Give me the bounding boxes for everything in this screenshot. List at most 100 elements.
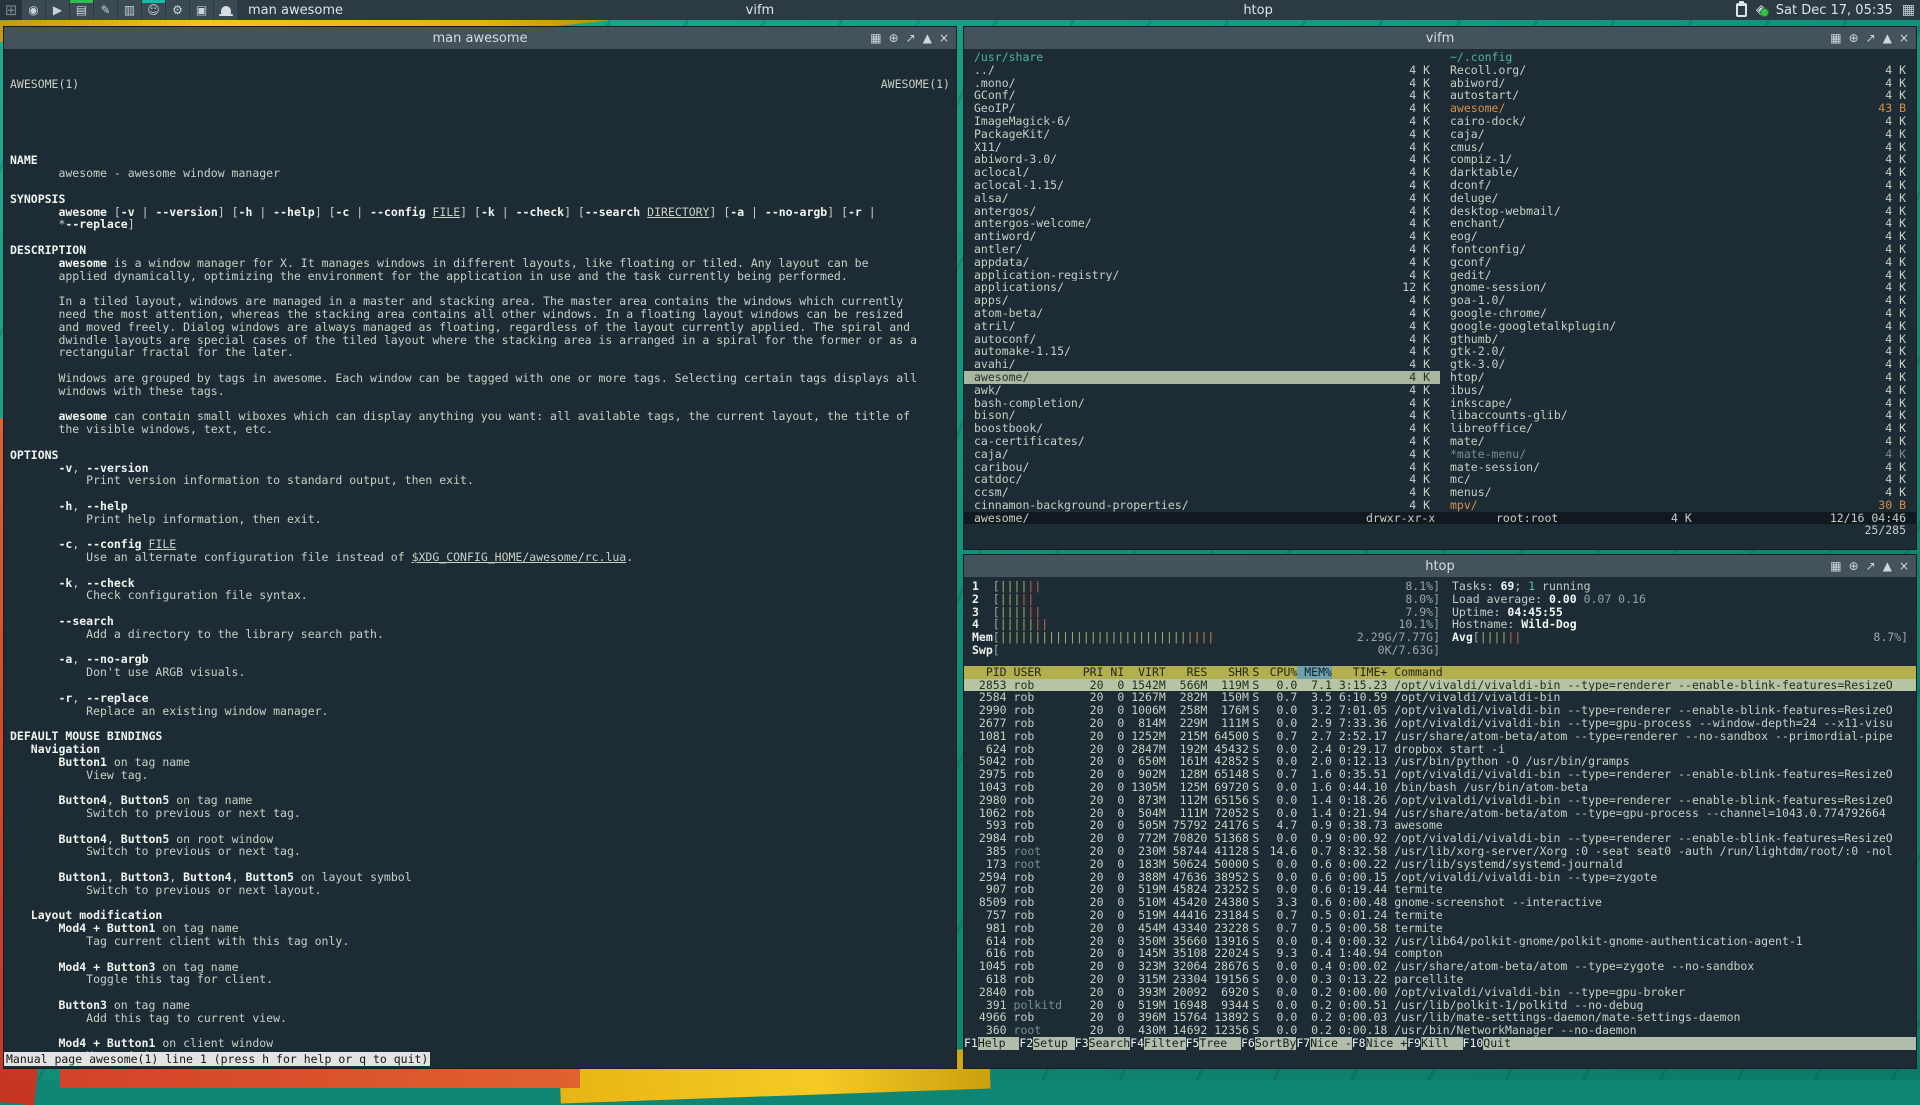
column-header-command[interactable]: Command [1394, 666, 1916, 679]
file-entry[interactable]: htop/4 K [1440, 371, 1916, 384]
process-row[interactable]: 2840 rob 20 0 393M 20092 6920 S 0.0 0.2 0:00.00/op… [964, 986, 1916, 999]
file-entry[interactable]: cairo-dock/4 K [1440, 115, 1916, 128]
file-entry[interactable]: gconf/4 K [1440, 255, 1916, 269]
file-entry[interactable]: atom-beta/4 K [964, 307, 1440, 320]
task-htop[interactable]: htop [1233, 0, 1731, 20]
file-entry[interactable]: desktop-webmail/4 K [1440, 204, 1916, 218]
file-entry[interactable]: antergos/4 K [964, 204, 1440, 218]
file-entry[interactable]: cinnamon-background-properties/4 K [964, 499, 1440, 512]
process-row[interactable]: 2980 rob 20 0 873M 112M 65156 S 0.0 1.4 0:18.26/op… [964, 794, 1916, 807]
file-entry[interactable]: google-chrome/4 K [1440, 307, 1916, 320]
column-header-mem[interactable]: MEM% [1297, 665, 1332, 679]
task-vifm[interactable]: vifm [736, 0, 1234, 20]
file-entry[interactable]: automake-1.15/4 K [964, 345, 1440, 358]
fkey-help[interactable]: F1 Help [964, 1037, 1019, 1050]
fkey-quit[interactable]: F10 Quit [1462, 1037, 1525, 1050]
file-entry[interactable]: ImageMagick-6/4 K [964, 115, 1440, 128]
file-entry[interactable]: Recoll.org/4 K [1440, 63, 1916, 77]
file-entry[interactable]: mpv/30 B [1440, 499, 1916, 512]
file-entry[interactable]: GConf/4 K [964, 89, 1440, 102]
process-row[interactable]: 5042 rob 20 0 650M 161M 42852 S 0.0 2.0 0:12.13/us… [964, 755, 1916, 768]
process-row[interactable]: 360 root 20 0 430M 14692 12356 S 0.0 0.2 0:00.18/u… [964, 1024, 1916, 1037]
clipboard-tray-icon[interactable] [1735, 1, 1747, 17]
file-entry[interactable]: aclocal/4 K [964, 166, 1440, 179]
ontop-icon[interactable]: ▲ [923, 27, 932, 49]
fkey-search[interactable]: F3 Search [1074, 1037, 1130, 1050]
file-entry[interactable]: ibus/4 K [1440, 383, 1916, 397]
column-header-shr[interactable]: SHR [1207, 666, 1249, 679]
task-man-awesome[interactable]: man awesome [238, 0, 736, 20]
file-entry[interactable]: gnome-session/4 K [1440, 281, 1916, 294]
file-entry[interactable]: caja/4 K [964, 447, 1440, 461]
notification-bell-launcher[interactable] [214, 0, 237, 20]
file-entry[interactable]: bash-completion/4 K [964, 396, 1440, 410]
file-entry[interactable]: ../ 4 K [964, 63, 1440, 77]
process-row[interactable]: 616 rob 20 0 145M 35108 22024 S 9.3 0.4 1:40.94 com… [964, 947, 1916, 960]
documents-launcher[interactable]: ▥ [118, 0, 141, 20]
floating-icon[interactable]: ⊕ [1849, 555, 1859, 577]
process-row[interactable]: 385 root 20 0 230M 58744 41128 S 14.6 0.7 8:32.58 /… [964, 845, 1916, 858]
process-row[interactable]: 8509 rob 20 0 510M 45420 24380 S 3.3 0.6 0:00.48 gn… [964, 896, 1916, 909]
file-entry[interactable]: deluge/4 K [1440, 191, 1916, 205]
process-row[interactable]: 4966 rob 20 0 396M 15764 13892 S 0.0 0.2 0:00.03/u… [964, 1011, 1916, 1024]
floating-icon[interactable]: ⊕ [889, 27, 899, 49]
file-entry[interactable]: caribou/4 K [964, 460, 1440, 474]
file-entry[interactable]: mate-session/4 K [1440, 460, 1916, 474]
process-row[interactable]: 1062 rob 20 0 504M 111M 72052 S 0.0 1.4 0:21.94/us… [964, 807, 1916, 820]
sticky-icon[interactable]: ↗ [1866, 27, 1876, 49]
column-header-time[interactable]: TIME+ [1332, 666, 1388, 679]
column-header-user[interactable]: USER [1014, 666, 1076, 679]
process-row[interactable]: 757 rob 20 0 519M 44416 23184 S 0.7 0.5 0:01.24 ter… [964, 909, 1916, 922]
column-header-pri[interactable]: PRI [1076, 666, 1104, 679]
fkey-nice[interactable]: F8 Nice + [1351, 1037, 1407, 1050]
process-row[interactable]: 2975 rob 20 0 902M 128M 65148 S 0.7 1.6 0:35.51/op… [964, 768, 1916, 781]
process-row[interactable]: 2584 rob 20 0 1267M 282M 150M S 0.7 3.5 6:10.59/op… [964, 691, 1916, 704]
dropbox-tray-icon[interactable]: ◈ [1756, 3, 1769, 17]
man-titlebar[interactable]: man awesome ▦ ⊕ ↗ ▲ × [4, 27, 956, 49]
file-entry[interactable]: *mate-menu/4 K [1440, 447, 1916, 461]
file-manager-launcher[interactable]: ▤ [70, 0, 93, 20]
file-entry[interactable]: gtk-2.0/4 K [1440, 345, 1916, 358]
file-entry[interactable]: google-googletalkplugin/4 K [1440, 319, 1916, 333]
process-row[interactable]: 2990 rob 20 0 1006M 258M 176M S 0.0 3.2 7:01.05/op… [964, 704, 1916, 717]
file-entry[interactable]: catdoc/4 K [964, 473, 1440, 486]
file-entry[interactable]: abiword-3.0/4 K [964, 153, 1440, 166]
process-row[interactable]: 618 rob 20 0 315M 23304 19156 S 0.0 0.3 0:13.22 par… [964, 973, 1916, 986]
column-header-res[interactable]: RES [1166, 666, 1208, 679]
file-entry[interactable]: avahi/4 K [964, 358, 1440, 371]
vifm-titlebar[interactable]: vifm ▦ ⊕ ↗ ▲ × [964, 27, 1916, 49]
sticky-icon[interactable]: ↗ [1866, 555, 1876, 577]
image-viewer-launcher[interactable]: ▣ [190, 0, 213, 20]
process-row[interactable]: 1081 rob 20 0 1252M 215M 64500 S 0.7 2.7 2:52.17/u… [964, 730, 1916, 743]
file-entry[interactable]: caja/4 K [1440, 127, 1916, 141]
column-header-ni[interactable]: NI [1104, 666, 1124, 679]
htop-titlebar[interactable]: htop ▦ ⊕ ↗ ▲ × [964, 555, 1916, 577]
users-launcher[interactable]: ☺ [142, 0, 165, 20]
file-entry[interactable]: applications/12 K [964, 281, 1440, 294]
file-entry[interactable]: dconf/4 K [1440, 179, 1916, 192]
file-entry[interactable]: appdata/4 K [964, 255, 1440, 269]
fkey-sortby[interactable]: F6 SortBy [1240, 1037, 1296, 1050]
file-entry[interactable]: mc/4 K [1440, 473, 1916, 486]
file-entry[interactable]: alsa/4 K [964, 191, 1440, 205]
file-entry[interactable]: boostbook/4 K [964, 422, 1440, 435]
fkey-tree[interactable]: F5 Tree [1185, 1037, 1241, 1050]
process-row[interactable]: 981 rob 20 0 454M 43340 23228 S 0.7 0.5 0:00.58 ter… [964, 922, 1916, 935]
video-player-launcher[interactable]: ▶ [46, 0, 69, 20]
file-entry[interactable]: X11/4 K [964, 140, 1440, 154]
file-entry[interactable]: awk/4 K [964, 383, 1440, 397]
close-icon[interactable]: × [1899, 555, 1909, 577]
process-row[interactable]: 907 rob 20 0 519M 45824 23252 S 0.0 0.6 0:19.44 ter… [964, 883, 1916, 896]
file-entry[interactable]: mate/4 K [1440, 435, 1916, 448]
file-entry[interactable]: bison/4 K [964, 409, 1440, 422]
ontop-icon[interactable]: ▲ [1883, 555, 1892, 577]
file-entry[interactable]: autostart/4 K [1440, 89, 1916, 102]
fkey-nice[interactable]: F7 Nice - [1296, 1037, 1352, 1050]
file-entry[interactable]: fontconfig/4 K [1440, 243, 1916, 256]
process-row[interactable]: 1043 rob 20 0 1305M 125M 69720 S 0.0 1.6 0:44.10/b… [964, 781, 1916, 794]
file-entry[interactable]: ca-certificates/4 K [964, 435, 1440, 448]
process-row[interactable]: 614 rob 20 0 350M 35660 13916 S 0.0 0.4 0:00.32/us… [964, 935, 1916, 948]
process-row[interactable]: 2984 rob 20 0 772M 70820 51368 S 0.0 0.9 0:00.92/o… [964, 832, 1916, 845]
file-entry[interactable]: goa-1.0/4 K [1440, 294, 1916, 307]
process-row[interactable]: 173 root 20 0 183M 50624 50000 S 0.0 0.6 0:00.22/u… [964, 858, 1916, 871]
